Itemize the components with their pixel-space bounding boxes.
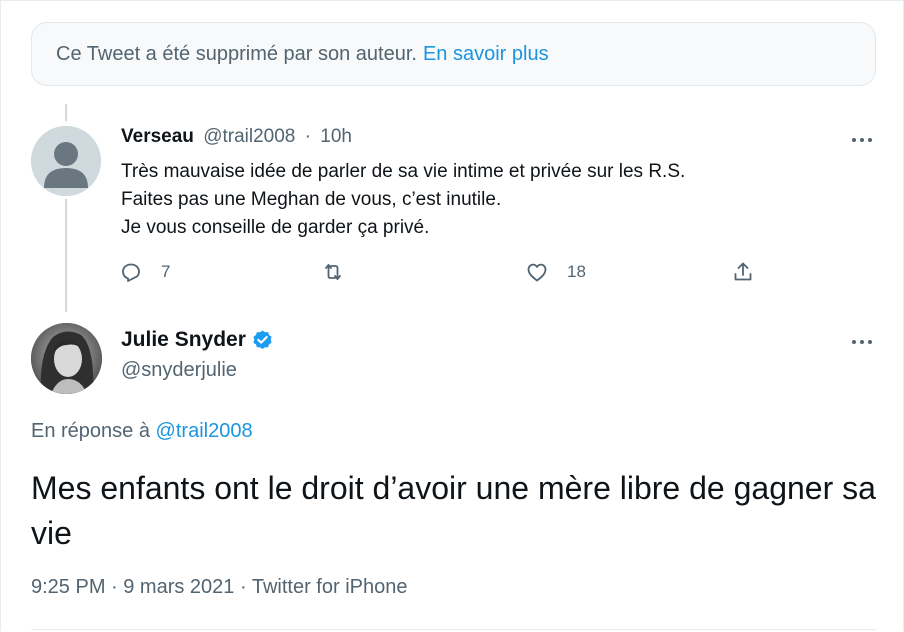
like-icon: [527, 263, 547, 282]
reply-button[interactable]: 7: [119, 257, 170, 287]
more-icon[interactable]: [851, 135, 877, 145]
julie-snyder-avatar[interactable]: [31, 323, 102, 394]
reply-timestamp[interactable]: 10h: [320, 126, 352, 147]
more-icon[interactable]: [851, 337, 877, 347]
thread-connector: [65, 199, 67, 312]
author-handle[interactable]: @snyderjulie: [121, 359, 237, 382]
verified-badge-icon: [253, 329, 272, 349]
reply-count: 7: [161, 262, 171, 281]
like-button[interactable]: 18: [525, 257, 586, 287]
reply-text-line: Très mauvaise idée de parler de sa vie i…: [121, 161, 686, 182]
thread-connector-top: [65, 104, 67, 121]
share-icon: [734, 262, 752, 281]
deleted-notice-text: Ce Tweet a été supprimé par son auteur.: [56, 42, 417, 65]
like-count: 18: [567, 262, 586, 281]
reply-author-name[interactable]: Verseau: [121, 126, 194, 147]
reply-icon: [122, 263, 140, 282]
deleted-tweet-notice: Ce Tweet a été supprimé par son auteur. …: [31, 22, 876, 86]
meta-separator: ·: [304, 126, 311, 147]
reply-text: Très mauvaise idée de parler de sa vie i…: [121, 158, 685, 242]
reply-header: Verseau @trail2008 · 10h: [121, 126, 352, 148]
learn-more-link[interactable]: En savoir plus: [423, 43, 549, 66]
reply-author-handle[interactable]: @trail2008: [203, 126, 295, 147]
tweet-card: Ce Tweet a été supprimé par son auteur. …: [0, 0, 904, 631]
reply-text-line: Je vous conseille de garder ça privé.: [121, 217, 430, 238]
tweet-timestamp-source[interactable]: 9:25 PM · 9 mars 2021 · Twitter for iPho…: [31, 576, 407, 599]
reply-text-line: Faites pas une Meghan de vous, c’est inu…: [121, 189, 502, 210]
divider: [31, 629, 877, 630]
retweet-button[interactable]: [321, 257, 345, 287]
share-button[interactable]: [731, 257, 755, 287]
replying-to: En réponse à @trail2008: [31, 420, 253, 443]
tweet-text: Mes enfants ont le droit d’avoir une mèr…: [31, 470, 876, 551]
author-name[interactable]: Julie Snyder: [121, 328, 246, 352]
replying-to-handle[interactable]: @trail2008: [156, 420, 253, 442]
author-name-row: Julie Snyder: [121, 328, 274, 352]
retweet-icon: [325, 264, 341, 280]
default-avatar-icon[interactable]: [31, 126, 101, 196]
replying-to-label: En réponse à: [31, 420, 150, 442]
